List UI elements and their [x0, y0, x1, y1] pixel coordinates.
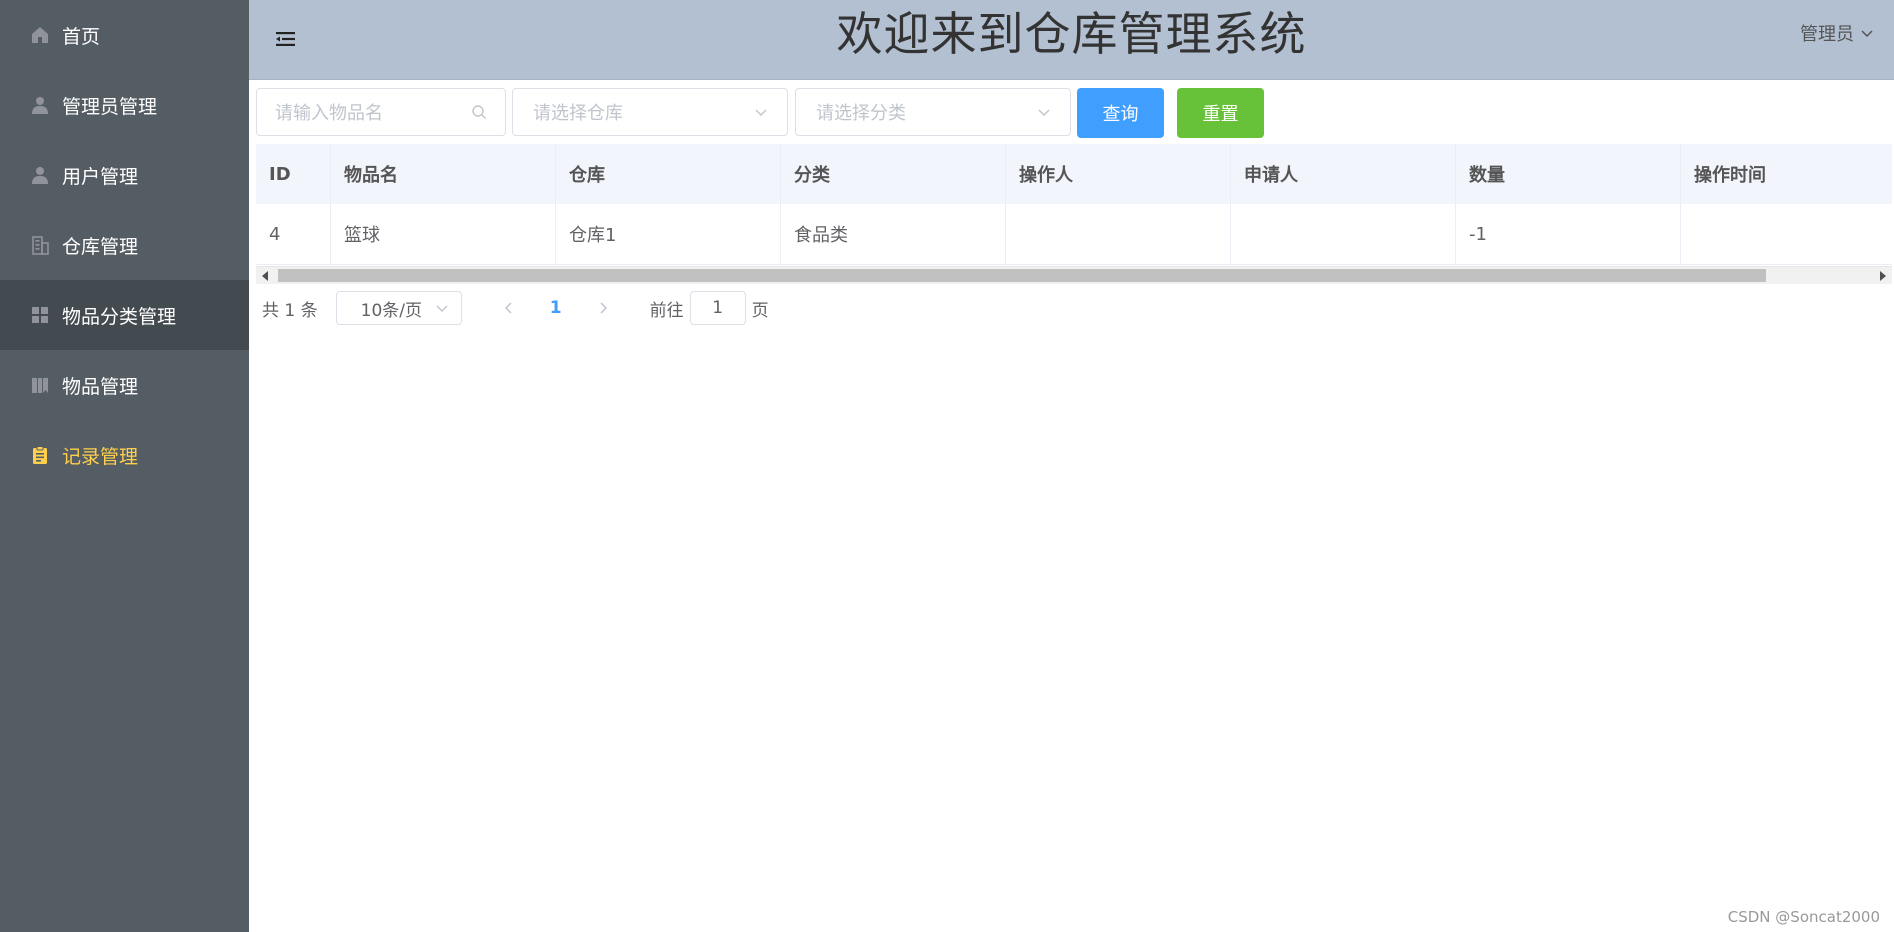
category-select[interactable]: 请选择分类 — [795, 88, 1071, 136]
table-cell — [1231, 204, 1456, 264]
page-title: 欢迎来到仓库管理系统 — [836, 7, 1307, 61]
sidebar-item-storage-management[interactable]: 仓库管理 — [0, 210, 249, 280]
column-header-operator[interactable]: 操作人 — [1006, 144, 1231, 204]
watermark: CSDN @Soncat2000 — [1727, 908, 1880, 926]
sidebar-item-goods-management[interactable]: 物品管理 — [0, 350, 249, 420]
category-select-placeholder: 请选择分类 — [816, 103, 906, 124]
pagination: 共 1 条 10条/页 1 前往 1 页 — [262, 290, 769, 326]
column-header-count[interactable]: 数量 — [1456, 144, 1681, 204]
goto-page-input[interactable]: 1 — [689, 291, 746, 325]
page-suffix-label: 页 — [751, 300, 769, 321]
user-dropdown[interactable]: 管理员 — [1800, 20, 1874, 46]
sidebar-item-category-management[interactable]: 物品分类管理 — [0, 280, 249, 350]
table-cell: 食品类 — [781, 204, 1006, 264]
sidebar: 首页 管理员管理 用户管理 仓库管理 物品分类管理 物品管理 记录管理 — [0, 0, 249, 932]
sidebar-item-label: 记录管理 — [62, 445, 139, 468]
table-cell: 篮球 — [331, 204, 556, 264]
chevron-down-icon — [1038, 109, 1050, 116]
chevron-right-icon — [600, 302, 607, 314]
sidebar-item-record-management[interactable]: 记录管理 — [0, 420, 249, 490]
pagination-total: 共 1 条 — [262, 300, 318, 321]
app-root: 首页 管理员管理 用户管理 仓库管理 物品分类管理 物品管理 记录管理 欢迎来到… — [0, 0, 1894, 932]
table-cell — [1681, 204, 1892, 264]
scroll-right-arrow-icon[interactable] — [1880, 271, 1886, 281]
item-name-placeholder: 请输入物品名 — [275, 103, 383, 124]
sidebar-item-label: 物品管理 — [62, 375, 139, 398]
table-cell: -1 — [1456, 204, 1681, 264]
chevron-down-icon — [1861, 30, 1873, 38]
sidebar-item-user-management[interactable]: 用户管理 — [0, 140, 249, 210]
table-row[interactable]: 4 篮球 仓库1 食品类 -1 — [256, 204, 1892, 265]
building-icon — [30, 235, 50, 255]
column-header-applicant[interactable]: 申请人 — [1231, 144, 1456, 204]
sidebar-item-label: 物品分类管理 — [62, 305, 177, 328]
goods-icon — [30, 375, 50, 395]
chevron-left-icon — [504, 302, 512, 314]
storage-select[interactable]: 请选择仓库 — [512, 88, 788, 136]
column-header-storage[interactable]: 仓库 — [556, 144, 781, 204]
grid-icon — [30, 305, 50, 325]
header: 欢迎来到仓库管理系统 管理员 — [249, 0, 1894, 80]
user-label: 管理员 — [1800, 24, 1854, 45]
page-size-select[interactable]: 10条/页 — [335, 291, 462, 325]
sidebar-item-home[interactable]: 首页 — [0, 0, 249, 70]
clipboard-icon — [30, 445, 50, 465]
column-header-id[interactable]: ID — [256, 144, 331, 204]
next-page-button[interactable] — [580, 301, 626, 315]
goto-label: 前往 — [649, 300, 684, 321]
sidebar-item-label: 用户管理 — [62, 165, 139, 188]
column-header-operate-time[interactable]: 操作时间 — [1681, 144, 1892, 204]
scroll-left-arrow-icon[interactable] — [262, 271, 268, 281]
user-icon — [30, 95, 50, 115]
sidebar-item-label: 首页 — [62, 25, 101, 48]
search-icon — [472, 105, 486, 119]
home-icon — [30, 25, 50, 45]
page-number[interactable]: 1 — [532, 298, 580, 318]
sidebar-item-label: 仓库管理 — [62, 235, 139, 258]
records-table: ID 物品名 仓库 分类 操作人 申请人 数量 操作时间 4 篮球 仓库1 食品… — [256, 144, 1892, 265]
horizontal-scrollbar[interactable] — [256, 266, 1892, 284]
sidebar-item-label: 管理员管理 — [62, 95, 158, 118]
user-icon — [30, 165, 50, 185]
chevron-down-icon — [436, 305, 448, 312]
table-cell — [1006, 204, 1231, 264]
prev-page-button[interactable] — [486, 301, 532, 315]
table-cell: 仓库1 — [556, 204, 781, 264]
table-cell: 4 — [256, 204, 331, 264]
sidebar-item-admin-management[interactable]: 管理员管理 — [0, 70, 249, 140]
scrollbar-thumb[interactable] — [278, 269, 1766, 282]
item-name-search-input[interactable]: 请输入物品名 — [256, 88, 506, 136]
column-header-category[interactable]: 分类 — [781, 144, 1006, 204]
reset-button[interactable]: 重置 — [1177, 88, 1264, 138]
chevron-down-icon — [755, 109, 767, 116]
column-header-item-name[interactable]: 物品名 — [331, 144, 556, 204]
query-button[interactable]: 查询 — [1077, 88, 1164, 138]
storage-select-placeholder: 请选择仓库 — [533, 103, 623, 124]
page-size-value: 10条/页 — [360, 300, 422, 321]
table-header: ID 物品名 仓库 分类 操作人 申请人 数量 操作时间 — [256, 144, 1892, 204]
